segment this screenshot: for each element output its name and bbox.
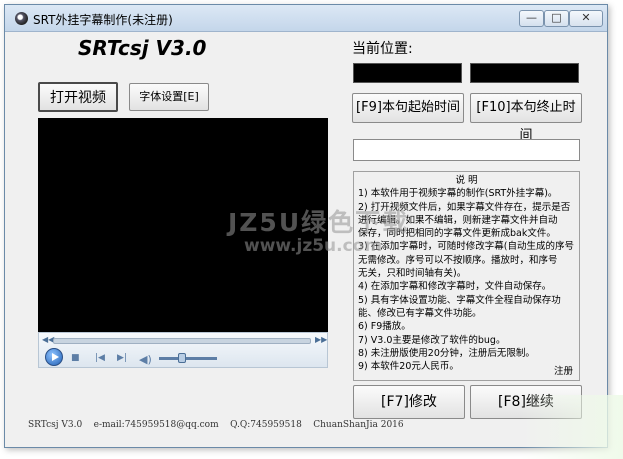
instruction-line: 5) 具有字体设置功能、字幕文件全程自动保存功 [358, 294, 561, 306]
title-bar[interactable]: SRT外挂字幕制作(未注册) — □ ✕ [5, 5, 607, 32]
instruction-line: 能、修改已有字幕文件功能。 [358, 307, 482, 319]
instruction-line: 4) 在添加字幕和修改字幕时，文件自动保存。 [358, 281, 552, 293]
set-end-time-button[interactable]: [F10]本句终止时间 [470, 93, 582, 143]
play-icon[interactable] [45, 348, 63, 366]
instructions-title: 说 明 [455, 175, 478, 186]
start-time-display [353, 63, 462, 83]
set-start-time-button[interactable]: [F9]本句起始时间 [352, 93, 464, 123]
next-icon[interactable]: ▶| [117, 353, 127, 363]
minimize-button[interactable]: — [519, 10, 544, 27]
instruction-line: 6) F9播放。 [358, 321, 411, 333]
current-position-label: 当前位置: [352, 41, 413, 57]
corner-fade-overlay [520, 395, 623, 459]
instruction-line: 无关，只和时间轴有关)。 [358, 268, 467, 280]
end-time-display [470, 63, 579, 83]
volume-slider-track[interactable] [159, 357, 217, 360]
instruction-line: 8) 未注册版使用20分钟，注册后无限制。 [358, 347, 535, 359]
seek-forward-icon[interactable]: ▶▶ [315, 335, 327, 344]
prev-icon[interactable]: |◀ [95, 353, 105, 363]
maximize-button[interactable]: □ [544, 10, 569, 27]
register-link[interactable]: 注册 [554, 365, 573, 378]
instruction-line: 无需修改。序号可以不按顺序。播放时，和序号 [358, 254, 558, 266]
font-settings-button[interactable]: 字体设置[E] [129, 83, 209, 111]
volume-icon[interactable]: ◀) [139, 353, 152, 366]
footer-info: SRTcsj V3.0 e-mail:745959518@qq.com Q.Q:… [28, 420, 404, 430]
watermark-url: www.jz5u.com [244, 236, 383, 256]
volume-slider-thumb[interactable] [178, 353, 187, 363]
instruction-line: 1) 本软件用于视频字幕的制作(SRT外挂字幕)。 [358, 188, 558, 200]
app-icon [15, 12, 28, 25]
instruction-line: 3) 在添加字幕时，可随时修改字幕(自动生成的序号 [358, 241, 574, 253]
instruction-line: 7) V3.0主要是修改了软件的bug。 [358, 334, 506, 346]
window-title: SRT外挂字幕制作(未注册) [33, 13, 173, 27]
stop-icon[interactable]: ■ [71, 353, 80, 363]
instruction-line: 9) 本软件20元人民币。 [358, 361, 459, 373]
subtitle-text-input[interactable] [353, 139, 580, 161]
seek-slider[interactable] [53, 338, 311, 344]
close-button[interactable]: ✕ [569, 10, 603, 27]
watermark-text: JZ5U绿色下载 [228, 208, 410, 237]
open-video-button[interactable]: 打开视频[O] [38, 82, 118, 134]
media-player-controls: ◀◀ ▶▶ ■ |◀ ▶| ◀) [38, 332, 328, 368]
app-brand-title: SRTcsj V3.0 [78, 36, 207, 60]
edit-button[interactable]: [F7]修改 [353, 385, 465, 419]
